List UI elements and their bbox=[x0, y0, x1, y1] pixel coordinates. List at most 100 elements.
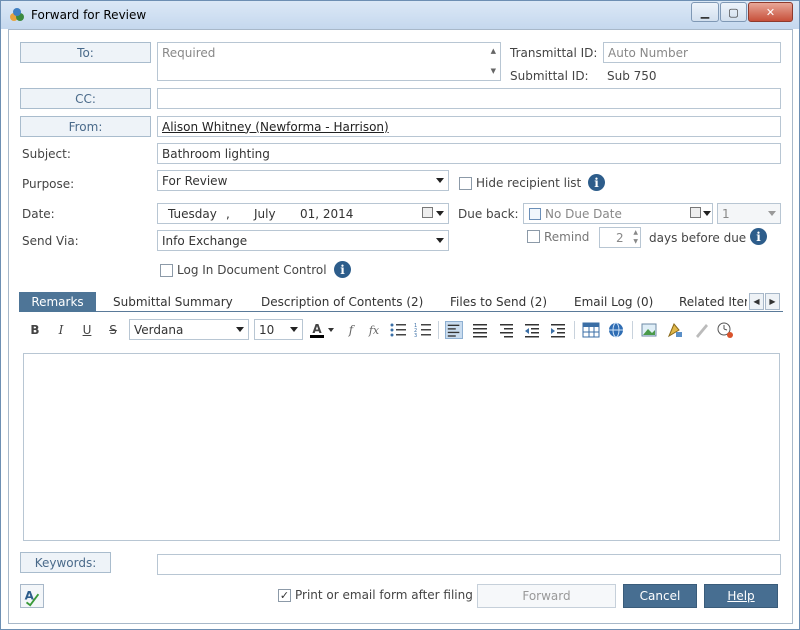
from-button[interactable]: From: bbox=[20, 116, 151, 137]
chevron-down-icon bbox=[768, 211, 776, 216]
bullet-list-icon[interactable] bbox=[389, 321, 407, 339]
close-button[interactable]: ✕ bbox=[748, 2, 793, 22]
send-via-value: Info Exchange bbox=[162, 233, 248, 248]
to-placeholder: Required bbox=[162, 46, 216, 60]
transmittal-placeholder: Auto Number bbox=[608, 45, 688, 60]
tab-files-to-send[interactable]: Files to Send (2) bbox=[450, 292, 547, 312]
highlight-icon[interactable] bbox=[666, 321, 684, 339]
toolbar-divider bbox=[574, 321, 575, 339]
date-picker[interactable]: Tuesday , July 01, 2014 bbox=[157, 203, 449, 224]
subject-value: Bathroom lighting bbox=[162, 146, 270, 161]
remind-checkbox[interactable] bbox=[527, 230, 540, 243]
info-icon[interactable]: i bbox=[334, 261, 351, 278]
underline-button[interactable]: U bbox=[78, 321, 96, 339]
log-in-label: Log In Document Control bbox=[177, 263, 327, 277]
chevron-down-icon bbox=[236, 327, 244, 332]
subject-field[interactable]: Bathroom lighting bbox=[157, 143, 781, 164]
font-name-select[interactable]: Verdana bbox=[129, 319, 249, 340]
tab-scroll-left-icon[interactable]: ◀ bbox=[749, 293, 764, 310]
forward-button[interactable]: Forward bbox=[477, 584, 616, 608]
calendar-icon bbox=[690, 207, 701, 218]
tab-email-log[interactable]: Email Log (0) bbox=[574, 292, 653, 312]
tab-bar: Remarks Submittal Summary Description of… bbox=[19, 292, 783, 312]
align-right-icon[interactable] bbox=[497, 321, 515, 339]
transmittal-field[interactable]: Auto Number bbox=[603, 42, 781, 63]
font-name-value: Verdana bbox=[134, 322, 184, 337]
spell-check-icon[interactable]: A bbox=[20, 584, 44, 608]
send-via-select[interactable]: Info Exchange bbox=[157, 230, 449, 251]
hide-recipient-label: Hide recipient list bbox=[476, 176, 582, 190]
tab-scroll-right-icon[interactable]: ▶ bbox=[765, 293, 780, 310]
transmittal-label: Transmittal ID: bbox=[510, 46, 598, 60]
print-checkbox[interactable]: ✓ bbox=[278, 589, 291, 602]
insert-image-icon[interactable] bbox=[640, 321, 658, 339]
remind-days-stepper[interactable]: 2 ▲ ▼ bbox=[599, 227, 641, 248]
chevron-down-icon bbox=[290, 327, 298, 332]
due-number-select[interactable]: 1 bbox=[717, 203, 781, 224]
due-checkbox[interactable] bbox=[529, 208, 541, 220]
stepper-down-icon[interactable]: ▼ bbox=[633, 238, 638, 245]
font-color-swatch bbox=[310, 334, 324, 338]
hyperlink-icon[interactable] bbox=[607, 321, 625, 339]
outdent-icon[interactable] bbox=[523, 321, 541, 339]
keywords-field[interactable] bbox=[157, 554, 781, 575]
checkmark-icon: ✓ bbox=[279, 589, 290, 602]
align-left-icon[interactable] bbox=[445, 321, 463, 339]
date-separator: , bbox=[226, 207, 230, 221]
font-size-select[interactable]: 10 bbox=[254, 319, 303, 340]
numbered-list-icon[interactable]: 1 2 3 bbox=[414, 321, 432, 339]
log-in-checkbox[interactable] bbox=[160, 264, 173, 277]
minimize-icon: ▁ bbox=[700, 5, 710, 19]
tab-related-items[interactable]: Related Iter bbox=[679, 292, 747, 312]
chevron-down-icon bbox=[436, 238, 444, 243]
hide-recipient-checkbox[interactable] bbox=[459, 177, 472, 190]
purpose-label: Purpose: bbox=[22, 177, 75, 191]
remarks-editor[interactable] bbox=[23, 353, 780, 541]
cc-field[interactable] bbox=[157, 88, 781, 109]
title-bar: Forward for Review ▁ ▢ ✕ bbox=[1, 1, 799, 29]
due-back-picker[interactable]: No Due Date bbox=[523, 203, 713, 224]
info-icon[interactable]: i bbox=[588, 174, 605, 191]
window-title: Forward for Review bbox=[31, 8, 147, 22]
font-color-button[interactable]: A bbox=[308, 321, 326, 339]
stepper-up-icon[interactable]: ▲ bbox=[633, 229, 638, 236]
info-icon[interactable]: i bbox=[750, 228, 767, 245]
help-button[interactable]: Help bbox=[704, 584, 778, 608]
italic-button[interactable]: I bbox=[52, 321, 70, 339]
chevron-down-icon bbox=[436, 178, 444, 183]
chevron-down-icon bbox=[703, 211, 711, 216]
submittal-value: Sub 750 bbox=[607, 69, 657, 83]
cancel-button[interactable]: Cancel bbox=[623, 584, 697, 608]
align-center-icon[interactable] bbox=[471, 321, 489, 339]
date-day-year: 01, 2014 bbox=[300, 207, 354, 221]
eraser-icon[interactable] bbox=[692, 321, 710, 339]
calendar-icon bbox=[422, 207, 433, 218]
tab-submittal-summary[interactable]: Submittal Summary bbox=[113, 292, 233, 312]
keywords-button[interactable]: Keywords: bbox=[20, 552, 111, 573]
purpose-select[interactable]: For Review bbox=[157, 170, 449, 191]
bold-button[interactable]: B bbox=[26, 321, 44, 339]
strikethrough-button[interactable]: S bbox=[104, 321, 122, 339]
chevron-down-icon[interactable] bbox=[328, 328, 334, 332]
scroll-down-icon[interactable]: ▼ bbox=[491, 67, 496, 75]
table-icon[interactable] bbox=[582, 321, 600, 339]
cc-button[interactable]: CC: bbox=[20, 88, 151, 109]
formula-button[interactable]: f bbox=[342, 321, 360, 339]
font-color-letter: A bbox=[312, 321, 322, 336]
from-value[interactable]: Alison Whitney (Newforma - Harrison) bbox=[162, 120, 389, 134]
app-icon bbox=[10, 8, 24, 21]
toolbar-divider bbox=[438, 321, 439, 339]
scroll-up-icon[interactable]: ▲ bbox=[491, 47, 496, 55]
tab-remarks[interactable]: Remarks bbox=[19, 292, 96, 312]
indent-icon[interactable] bbox=[549, 321, 567, 339]
minimize-button[interactable]: ▁ bbox=[691, 2, 719, 22]
subject-label: Subject: bbox=[22, 147, 71, 161]
function-button[interactable]: fx bbox=[365, 321, 383, 339]
maximize-button[interactable]: ▢ bbox=[720, 2, 747, 22]
from-field[interactable]: Alison Whitney (Newforma - Harrison) bbox=[157, 116, 781, 137]
chevron-down-icon bbox=[436, 211, 444, 216]
tab-description-of-contents[interactable]: Description of Contents (2) bbox=[261, 292, 423, 312]
to-button[interactable]: To: bbox=[20, 42, 151, 63]
spell-check-icon[interactable] bbox=[716, 321, 734, 339]
to-field[interactable]: Required ▲ ▼ bbox=[157, 42, 501, 81]
